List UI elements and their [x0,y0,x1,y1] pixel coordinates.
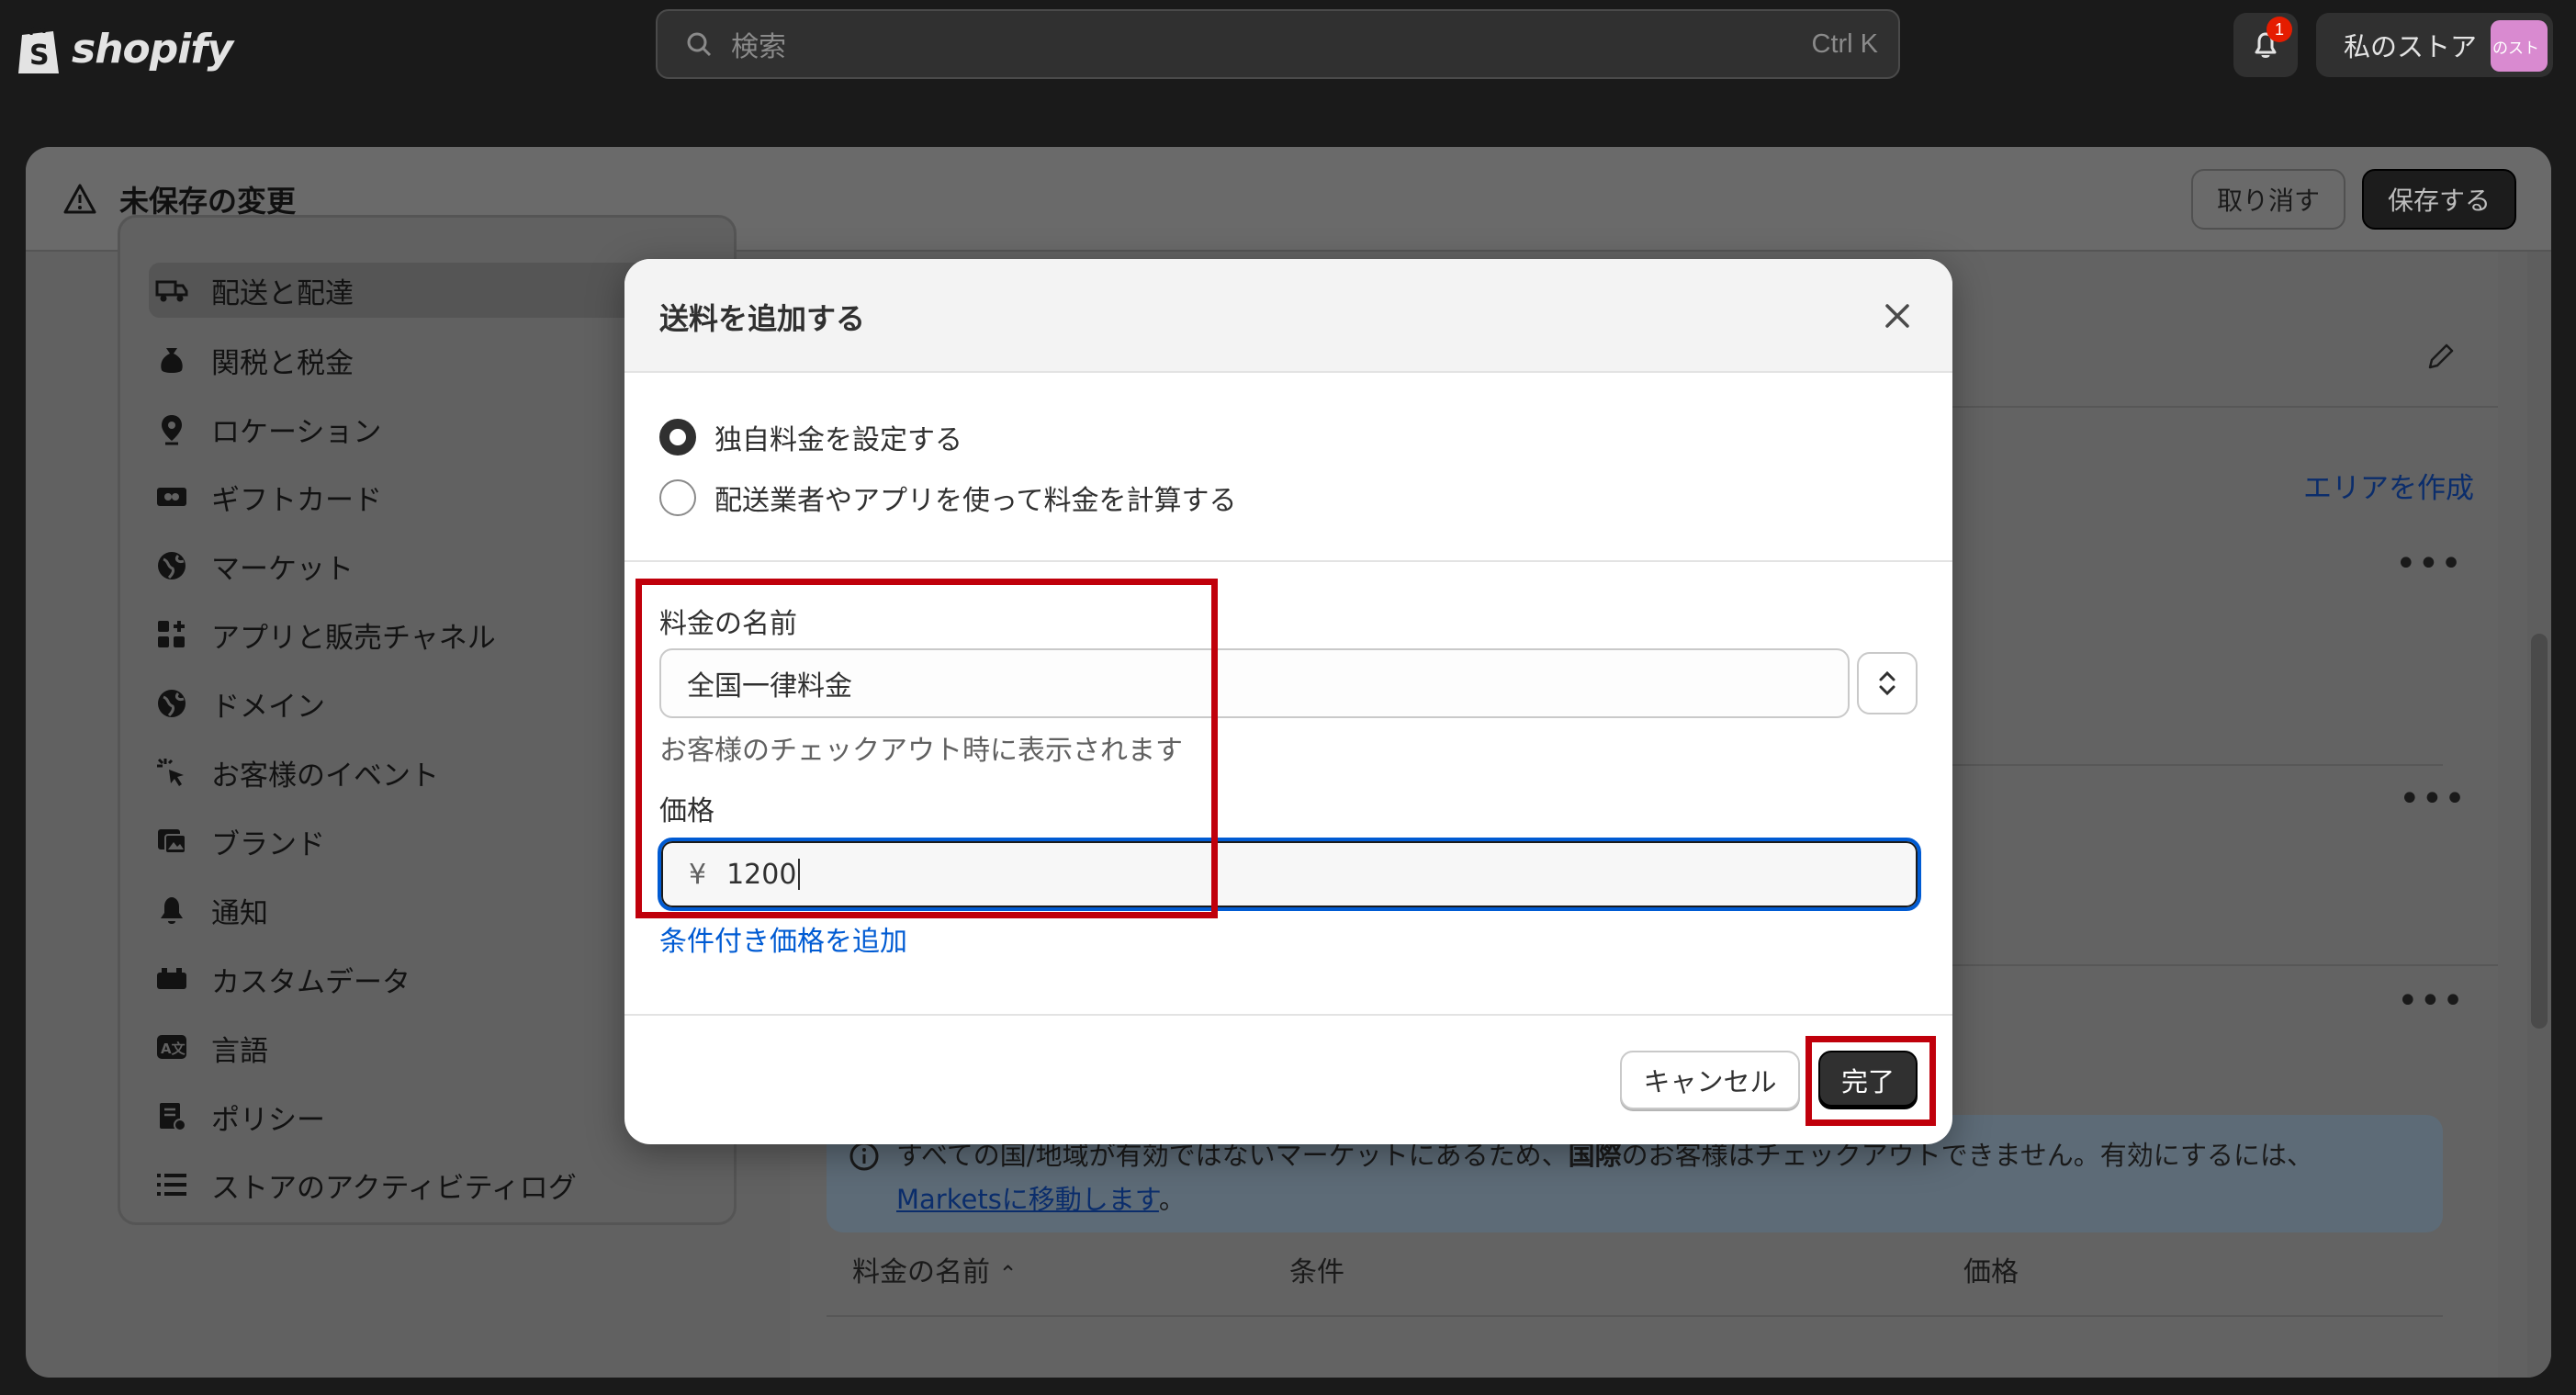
divider [624,1014,1952,1016]
radio-button[interactable] [659,479,696,516]
gift-card-icon [157,488,186,506]
sidebar-item-label: 関税と税金 [211,346,354,380]
sidebar-item-apps[interactable]: アプリと販売チャネル [154,607,496,662]
shopify-bag-icon: S [18,26,59,73]
sort-icon: ⌃ [998,1261,1018,1287]
column-header-price: 価格 [1963,1256,2019,1288]
column-header-rate-name[interactable]: 料金の名前 ⌃ [852,1249,1018,1289]
sidebar-item-label: お客様のイベント [211,759,439,793]
more-actions-icon[interactable]: ••• [2395,546,2463,582]
sidebar-item-languages[interactable]: A文 言語 [154,1020,268,1075]
divider [624,560,1952,562]
search-placeholder: 検索 [731,31,786,63]
notification-badge: 1 [2267,17,2292,42]
search-shortcut: Ctrl K [1811,28,1879,59]
dialog-title: 送料を追加する [659,301,866,336]
radio-button-checked[interactable] [659,419,696,456]
scrollbar[interactable] [2527,252,2551,1378]
domain-globe-icon [158,690,186,717]
logo-text: shopify [72,25,233,73]
sidebar-item-label: ポリシー [211,1103,325,1137]
sidebar-item-brand[interactable]: ブランド [154,814,325,869]
edit-pencil-icon[interactable] [2424,342,2456,373]
rate-name-select-button[interactable] [1857,652,1918,714]
avatar: のスト [2491,20,2548,72]
sidebar-item-domains[interactable]: ドメイン [154,676,325,731]
cancel-button[interactable]: キャンセル [1620,1051,1800,1109]
more-actions-icon[interactable]: ••• [2397,983,2465,1019]
sidebar-item-label: ブランド [211,827,325,861]
location-pin-icon [162,415,182,445]
info-text-part: 。 [1158,1184,1186,1215]
svg-text:A文: A文 [161,1041,186,1057]
sidebar-item-customer-events[interactable]: お客様のイベント [154,745,439,800]
add-conditional-pricing-link[interactable]: 条件付き価格を追加 [659,918,907,959]
annotation-highlight-fields [636,579,1218,918]
brand-image-icon [158,829,186,854]
sidebar-item-label: アプリと販売チャネル [211,621,496,655]
list-icon [157,1174,186,1196]
store-name: 私のストア [2344,31,2478,62]
sidebar-item-notifications[interactable]: 通知 [154,883,268,938]
dialog-header: 送料を追加する [624,259,1952,373]
money-bag-icon [161,348,183,373]
sidebar-item-label: ギフトカード [211,483,382,517]
info-text-part: すべての国/地域が有効ではないマーケットにあるため、 [896,1140,1569,1171]
apps-icon [158,621,185,647]
more-actions-icon[interactable]: ••• [2399,781,2467,817]
sidebar-item-custom-data[interactable]: カスタムデータ [154,951,411,1007]
svg-text:S: S [29,39,50,72]
policy-icon [160,1103,186,1131]
search-bar[interactable]: 検索 Ctrl K [656,9,1900,79]
sidebar-item-label: ドメイン [211,690,325,724]
sidebar-item-label: 通知 [211,896,268,930]
column-header-condition: 条件 [1289,1256,1344,1288]
radio-custom-rate[interactable]: 独自料金を設定する [659,417,962,457]
discard-button[interactable]: 取り消す [2191,169,2345,230]
sidebar-item-label: 配送と配達 [211,276,354,310]
close-icon[interactable] [1881,299,1914,332]
chevron-up-down-icon [1879,670,1895,696]
store-menu-button[interactable]: 私のストア のスト [2316,13,2553,77]
annotation-highlight-done [1805,1036,1936,1126]
search-icon [687,32,712,57]
warning-icon [63,184,96,214]
info-text-part: のお客様はチェックアウトできません。有効にするには、 [1621,1140,2314,1171]
divider [827,1315,2443,1317]
sidebar-item-locations[interactable]: ロケーション [154,401,381,456]
info-icon [849,1142,879,1171]
sidebar-item-gift-cards[interactable]: ギフトカード [154,469,382,524]
shopify-logo[interactable]: S shopify [17,17,233,81]
notifications-button[interactable]: 1 [2233,13,2298,77]
sidebar-item-label: 言語 [211,1034,268,1068]
top-bar: S shopify 検索 Ctrl K 1 私のストア のスト [0,0,2576,105]
create-area-link[interactable]: エリアを作成 [2303,465,2474,506]
translate-icon: A文 [157,1035,186,1059]
bell-icon [161,897,183,924]
sidebar-item-label: カスタムデータ [211,965,411,999]
radio-carrier-rate[interactable]: 配送業者やアプリを使って料金を計算する [659,478,1237,518]
globe-icon [158,552,186,579]
sidebar-item-markets[interactable]: マーケット [154,538,354,593]
truck-icon [155,280,188,302]
radio-label: 配送業者やアプリを使って料金を計算する [714,485,1237,517]
sidebar-item-duties[interactable]: 関税と税金 [154,332,354,388]
scrollbar-thumb[interactable] [2531,634,2548,1029]
sidebar-item-label: ストアのアクティビティログ [211,1171,577,1205]
sidebar-item-label: ロケーション [211,415,382,449]
save-button[interactable]: 保存する [2362,169,2516,230]
cursor-click-icon [157,758,184,786]
database-icon [157,968,186,989]
sidebar-item-policies[interactable]: ポリシー [154,1089,325,1144]
info-strong-text: 国際 [1568,1140,1622,1171]
column-header-label: 料金の名前 [852,1256,990,1288]
sidebar-item-activity-log[interactable]: ストアのアクティビティログ [154,1157,577,1212]
radio-label: 独自料金を設定する [714,424,962,456]
markets-link[interactable]: Marketsに移動します [896,1184,1159,1215]
sidebar-item-label: マーケット [211,552,354,586]
info-message: すべての国/地域が有効ではないマーケットにあるため、国際のお客様はチェックアウト… [896,1133,2421,1221]
